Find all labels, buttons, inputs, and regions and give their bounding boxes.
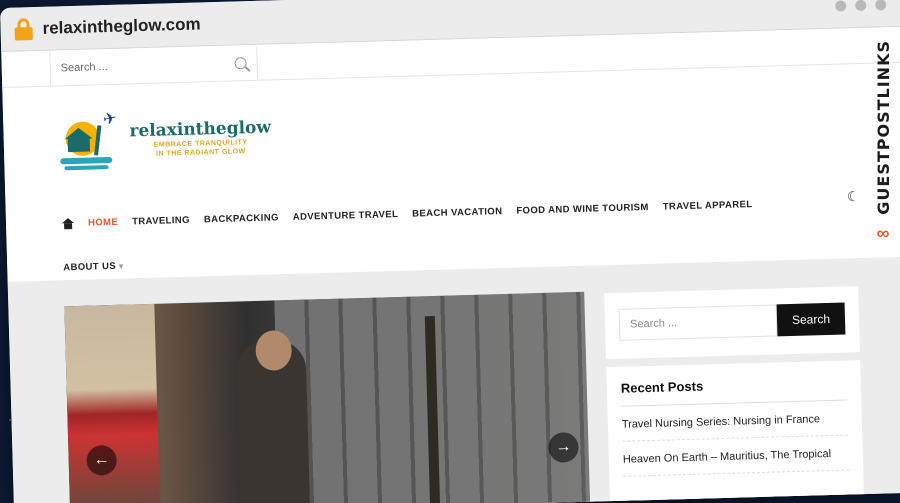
main-nav: HOME TRAVELING BACKPACKING ADVENTURE TRA… bbox=[62, 199, 753, 229]
nav-item-about-us[interactable]: ABOUT US ▾ bbox=[63, 260, 124, 274]
nav-item-adventure-travel[interactable]: ADVENTURE TRAVEL bbox=[293, 209, 399, 223]
recent-post-link[interactable]: Heaven On Earth – Mauritius, The Tropica… bbox=[622, 435, 850, 477]
window-controls bbox=[835, 0, 887, 12]
guestpostlinks-watermark: GUESTPOSTLINKS ∞ bbox=[870, 40, 896, 270]
header-search-input[interactable]: Search ... bbox=[49, 46, 259, 85]
site-logo[interactable]: ✈ relaxintheglow EMBRACE TRANQUILITY IN … bbox=[59, 104, 272, 174]
recent-posts-widget: Recent Posts Travel Nursing Series: Nurs… bbox=[606, 360, 865, 503]
logo-icon: ✈ bbox=[59, 108, 131, 174]
nav-item-backpacking[interactable]: BACKPACKING bbox=[204, 212, 279, 225]
link-icon: ∞ bbox=[876, 222, 890, 243]
chevron-down-icon: ▾ bbox=[118, 261, 124, 271]
sidebar-search-input[interactable]: Search ... bbox=[618, 304, 778, 341]
home-icon[interactable] bbox=[62, 218, 74, 229]
nav-item-home[interactable]: HOME bbox=[88, 217, 118, 229]
window-dot-icon[interactable] bbox=[875, 0, 887, 11]
sidebar-search-widget: Search ... Search bbox=[604, 286, 860, 360]
nav-item-traveling[interactable]: TRAVELING bbox=[132, 215, 190, 228]
window-dot-icon[interactable] bbox=[855, 0, 867, 12]
logo-name: relaxintheglow bbox=[129, 117, 272, 142]
nav-item-travel-apparel[interactable]: TRAVEL APPAREL bbox=[663, 199, 753, 213]
site-header: Search ... ✈ relaxintheglow EMBRACE TRAN… bbox=[1, 26, 900, 282]
nav-item-beach-vacation[interactable]: BEACH VACATION bbox=[412, 206, 502, 220]
main-content: ← → Search ... Search Recent Posts Trave… bbox=[7, 256, 900, 503]
featured-slider-image[interactable]: ← → bbox=[64, 291, 591, 503]
logo-text: relaxintheglow EMBRACE TRANQUILITY IN TH… bbox=[129, 117, 272, 159]
sidebar-search-button[interactable]: Search bbox=[776, 302, 846, 337]
watermark-text: GUESTPOSTLINKS bbox=[873, 40, 893, 215]
dark-mode-toggle-icon[interactable]: ☾ bbox=[847, 188, 860, 205]
nav-item-about-us-label: ABOUT US bbox=[63, 260, 117, 274]
nav-item-food-and-wine-tourism[interactable]: FOOD AND WINE TOURISM bbox=[516, 202, 649, 217]
window-dot-icon[interactable] bbox=[835, 0, 847, 12]
lock-icon bbox=[14, 17, 33, 41]
url-text[interactable]: relaxintheglow.com bbox=[42, 14, 201, 38]
search-icon[interactable] bbox=[234, 56, 247, 69]
browser-window: relaxintheglow.com Search ... ✈ relaxint… bbox=[0, 0, 900, 503]
header-search-placeholder: Search ... bbox=[60, 60, 108, 74]
